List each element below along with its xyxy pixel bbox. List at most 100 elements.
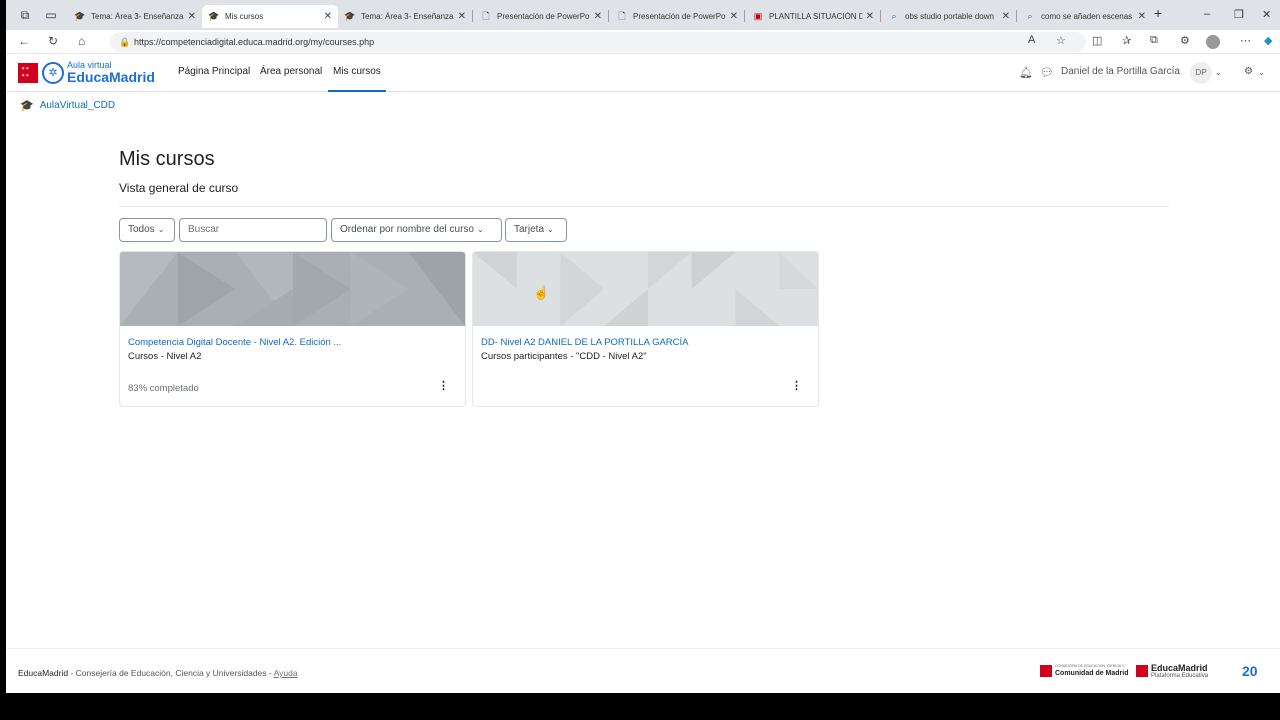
graduation-cap-icon: 🎓 <box>344 11 356 21</box>
search-icon: ⌕ <box>891 11 897 21</box>
bell-icon[interactable]: 🔔︎ <box>1019 66 1033 79</box>
favorites-icon[interactable]: ✰ <box>1122 34 1131 47</box>
tab-0[interactable]: 🎓 Tema: Área 3- Enseñanza ✕ <box>68 5 202 28</box>
logo-title: EducaMadrid <box>67 69 155 85</box>
tab-5[interactable]: ▣ PLANTILLA SITUACIÓN D ✕ <box>746 5 880 28</box>
close-icon[interactable]: ✕ <box>594 11 602 22</box>
more-menu-icon[interactable]: ⋯ <box>1240 34 1251 47</box>
tab-bar: ⧉ ▭ 🎓 Tema: Área 3- Enseñanza ✕ 🎓 Mis cu… <box>6 0 1280 30</box>
search-input[interactable]: Buscar <box>179 218 327 242</box>
tab-label: PLANTILLA SITUACIÓN D <box>769 12 862 21</box>
nav-dashboard[interactable]: Área personal <box>260 66 322 77</box>
address-bar: ← ↻ ⌂ 🔒 https://competenciadigital.educa… <box>6 30 1280 54</box>
close-icon[interactable]: ✕ <box>188 11 196 22</box>
comunidad-madrid-flag-icon <box>1040 664 1052 677</box>
search-icon: ⌕ <box>1027 11 1033 21</box>
site-logo[interactable]: ✶✶ ✶✶ ✲ Aula virtual EducaMadrid <box>18 61 155 84</box>
collections-icon[interactable]: ⧉ <box>1150 34 1158 47</box>
tab-1[interactable]: 🎓 Mis cursos ✕ <box>202 5 338 28</box>
back-icon[interactable]: ← <box>18 34 30 48</box>
read-aloud-icon[interactable]: A <box>1028 34 1035 46</box>
new-tab-icon[interactable]: + <box>1154 5 1162 21</box>
course-title-link[interactable]: DD- Nivel A2 DANIEL DE LA PORTILLA GARCÍ… <box>481 337 689 348</box>
tab-label: Mis cursos <box>225 12 264 21</box>
logo-caption: CONSEJERÍA DE EDUCACIÓN, CIENCIA Y UNIVE… <box>1055 664 1125 668</box>
nav-my-courses[interactable]: Mis cursos <box>328 66 386 92</box>
graduation-cap-icon: 🎓 <box>74 11 86 21</box>
footer-brand: EducaMadrid <box>18 668 69 678</box>
chevron-down-icon: ⌄ <box>476 225 484 234</box>
course-category: Cursos participantes - "CDD - Nivel A2" <box>481 351 647 362</box>
tab-label: como se añaden escenas <box>1041 12 1133 21</box>
settings-gear-icon[interactable]: ⚙ <box>1244 66 1253 77</box>
tab-actions-icon[interactable]: ▭ <box>44 8 58 22</box>
minimize-icon[interactable]: – <box>1204 8 1210 20</box>
footer-institution: - Consejería de Educación, Ciencia y Uni… <box>68 668 274 678</box>
educamadrid-footer-logo[interactable]: EducaMadrid Plataforma Educativa <box>1136 663 1208 679</box>
course-banner-image[interactable] <box>120 252 465 326</box>
document-icon: 🗋 <box>482 10 490 21</box>
course-banner-image[interactable] <box>473 252 818 326</box>
close-icon[interactable]: ✕ <box>324 11 332 22</box>
close-icon[interactable]: ✕ <box>1138 11 1146 22</box>
extensions-icon[interactable]: ⚙ <box>1180 34 1190 47</box>
tab-label: obs studio portable down <box>905 12 994 21</box>
browser-window: ⧉ ▭ 🎓 Tema: Área 3- Enseñanza ✕ 🎓 Mis cu… <box>0 0 1280 693</box>
hand-cursor-icon: ☝ <box>533 285 550 300</box>
course-card[interactable]: Competencia Digital Docente - Nivel A2. … <box>119 251 466 407</box>
comunidad-madrid-flag-icon <box>1136 665 1148 677</box>
tab-3[interactable]: 🗋 Presentación de PowerPo ✕ <box>474 5 608 28</box>
tab-separator <box>880 10 881 22</box>
pdf-icon: ▣ <box>753 11 763 21</box>
close-icon[interactable]: ✕ <box>458 11 466 22</box>
avatar[interactable]: DP <box>1190 62 1212 84</box>
workspaces-icon[interactable]: ⧉ <box>18 8 32 22</box>
course-card[interactable]: DD- Nivel A2 DANIEL DE LA PORTILLA GARCÍ… <box>472 251 819 407</box>
favorite-star-icon[interactable]: ☆ <box>1056 34 1066 47</box>
home-icon[interactable]: ⌂ <box>78 34 85 48</box>
site-navbar: ✶✶ ✶✶ ✲ Aula virtual EducaMadrid Página P… <box>6 54 1280 92</box>
search-placeholder: Buscar <box>188 224 220 235</box>
chevron-down-icon[interactable]: ⌄ <box>1215 68 1222 77</box>
logo-title: Comunidad de Madrid <box>1055 670 1129 677</box>
profile-icon[interactable] <box>1206 35 1220 49</box>
footer-help-link[interactable]: Ayuda <box>274 668 298 678</box>
tab-separator <box>608 10 609 22</box>
url-text: https://competenciadigital.educa.madrid.… <box>134 37 375 47</box>
sort-dropdown[interactable]: Ordenar por nombre del curso ⌄ <box>331 218 502 242</box>
split-screen-icon[interactable]: ◫ <box>1092 34 1102 47</box>
view-dropdown[interactable]: Tarjeta ⌄ <box>505 218 567 242</box>
chevron-down-icon[interactable]: ⌄ <box>1258 68 1265 77</box>
url-field[interactable]: 🔒 https://competenciadigital.educa.madri… <box>110 32 1086 52</box>
close-window-icon[interactable]: ✕ <box>1262 8 1271 21</box>
educamadrid-emblem-icon: ✲ <box>42 61 64 84</box>
kebab-menu-icon[interactable]: ⋮ <box>791 379 802 392</box>
course-progress: 83% completado <box>128 383 199 394</box>
close-icon[interactable]: ✕ <box>866 11 874 22</box>
close-icon[interactable]: ✕ <box>730 11 738 22</box>
breadcrumb-link[interactable]: AulaVirtual_CDD <box>40 100 115 111</box>
breadcrumb[interactable]: 🎓 AulaVirtual_CDD <box>20 99 115 112</box>
view-value: Tarjeta <box>514 224 545 235</box>
user-name[interactable]: Daniel de la Portilla García <box>1061 66 1180 77</box>
comunidad-madrid-logo[interactable]: CONSEJERÍA DE EDUCACIÓN, CIENCIA Y UNIVE… <box>1040 663 1129 678</box>
copilot-icon[interactable]: ◆ <box>1264 34 1272 47</box>
page-title: Mis cursos <box>119 148 215 170</box>
tab-6[interactable]: ⌕ obs studio portable down ✕ <box>882 5 1016 28</box>
footer-text: EducaMadrid - Consejería de Educación, C… <box>18 668 298 678</box>
tab-2[interactable]: 🎓 Tema: Área 3- Enseñanza ✕ <box>338 5 472 28</box>
nav-home[interactable]: Página Principal <box>178 66 250 77</box>
chat-bubble-icon[interactable]: 💬︎ <box>1040 66 1054 79</box>
restore-icon[interactable]: ❐ <box>1234 8 1244 21</box>
course-title-link[interactable]: Competencia Digital Docente - Nivel A2. … <box>128 337 341 348</box>
logo-title: EducaMadrid <box>1151 663 1208 673</box>
reload-icon[interactable]: ↻ <box>48 34 58 48</box>
logo-caption: Plataforma Educativa <box>1151 673 1209 679</box>
tab-7[interactable]: ⌕ como se añaden escenas ✕ <box>1018 5 1152 28</box>
kebab-menu-icon[interactable]: ⋮ <box>438 379 449 392</box>
tab-4[interactable]: 🗋 Presentación de PowerPo ✕ <box>610 5 744 28</box>
tab-label: Tema: Área 3- Enseñanza <box>91 12 184 21</box>
close-icon[interactable]: ✕ <box>1002 11 1010 22</box>
grouping-dropdown[interactable]: Todos ⌄ <box>119 218 175 242</box>
chevron-down-icon: ⌄ <box>547 225 554 234</box>
